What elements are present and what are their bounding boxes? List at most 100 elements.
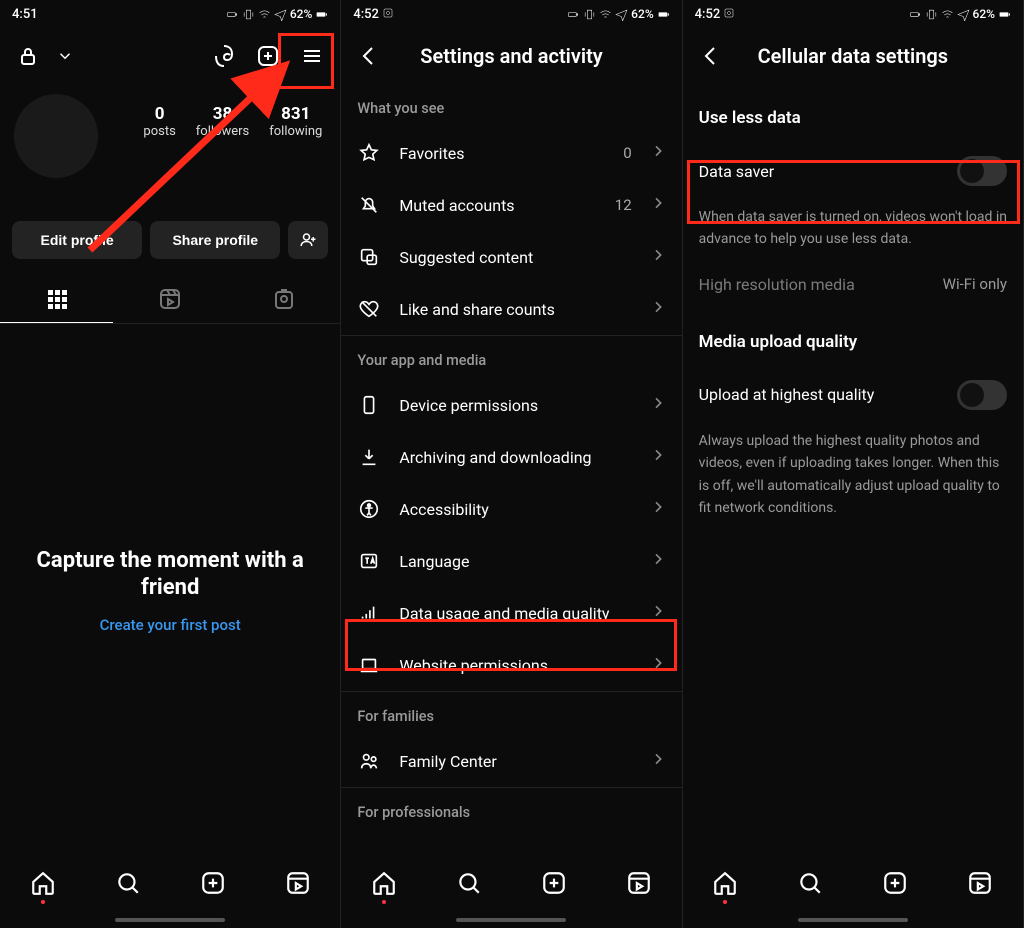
data-saver-label: Data saver	[699, 162, 775, 181]
username-dropdown[interactable]	[56, 40, 74, 72]
cellular-list[interactable]: Use less data Data saver When data saver…	[683, 84, 1023, 856]
nav-create-icon[interactable]	[541, 870, 567, 900]
language-icon	[357, 549, 381, 573]
status-time: 4:52	[353, 7, 394, 22]
bottom-nav	[0, 856, 340, 912]
chevron-right-icon	[650, 603, 666, 623]
threads-icon[interactable]	[208, 40, 240, 72]
phone-icon	[357, 393, 381, 417]
nav-handle	[0, 912, 340, 928]
row-muted-accounts[interactable]: Muted accounts 12	[341, 179, 681, 231]
row-device-permissions[interactable]: Device permissions	[341, 379, 681, 431]
chevron-right-icon	[650, 395, 666, 415]
tab-tagged[interactable]	[227, 275, 340, 323]
chevron-right-icon	[650, 447, 666, 467]
avatar[interactable]	[14, 94, 98, 178]
vibrate-icon	[925, 8, 938, 21]
settings-panel: 4:52 62% Settings and activity What you …	[341, 0, 682, 928]
new-post-icon[interactable]	[252, 40, 284, 72]
section-app-media: Your app and media	[341, 335, 681, 379]
chevron-right-icon	[650, 195, 666, 215]
status-bar: 4:52 62%	[341, 0, 681, 28]
row-family-center[interactable]: Family Center	[341, 735, 681, 787]
battery-pct: 62%	[290, 7, 312, 21]
bell-off-icon	[357, 193, 381, 217]
screenshot-icon	[382, 7, 394, 19]
row-website-permissions[interactable]: Website permissions	[341, 639, 681, 691]
settings-title: Settings and activity	[397, 44, 625, 68]
row-suggested-content[interactable]: Suggested content	[341, 231, 681, 283]
nav-reels-icon[interactable]	[967, 870, 993, 900]
row-upload-highest-quality[interactable]: Upload at highest quality	[683, 366, 1023, 424]
row-language[interactable]: Language	[341, 535, 681, 587]
bottom-nav	[683, 856, 1023, 912]
row-archiving-downloading[interactable]: Archiving and downloading	[341, 431, 681, 483]
section-professionals: For professionals	[341, 787, 681, 831]
battery-pct: 62%	[631, 7, 653, 21]
settings-list[interactable]: What you see Favorites 0 Muted accounts …	[341, 84, 681, 856]
row-favorites[interactable]: Favorites 0	[341, 127, 681, 179]
nav-reels-icon[interactable]	[626, 870, 652, 900]
airplane-icon	[274, 8, 287, 21]
cellular-panel: 4:52 62% Cellular data settings Use less…	[683, 0, 1024, 928]
chevron-right-icon	[650, 299, 666, 319]
heart-off-icon	[357, 297, 381, 321]
family-icon	[357, 749, 381, 773]
cellular-header: Cellular data settings	[683, 28, 1023, 84]
stat-followers[interactable]: 38 followers	[196, 104, 249, 139]
stat-following[interactable]: 831 following	[269, 104, 322, 139]
nav-home-icon[interactable]	[30, 870, 56, 900]
section-families: For families	[341, 691, 681, 735]
chevron-right-icon	[650, 143, 666, 163]
vibrate-icon	[583, 8, 596, 21]
data-saver-description: When data saver is turned on, videos won…	[683, 200, 1023, 261]
chevron-right-icon	[650, 551, 666, 571]
create-first-post-link[interactable]: Create your first post	[100, 616, 241, 634]
nav-search-icon[interactable]	[797, 870, 823, 900]
section-media-upload: Media upload quality	[683, 308, 1023, 366]
status-icons: 62%	[909, 7, 1011, 21]
airplane-icon	[957, 8, 970, 21]
wifi-icon	[258, 8, 271, 21]
row-data-saver[interactable]: Data saver	[683, 142, 1023, 200]
screenshot-icon	[723, 7, 735, 19]
nav-reels-icon[interactable]	[285, 870, 311, 900]
status-icons: 62%	[567, 7, 669, 21]
upload-hq-label: Upload at highest quality	[699, 385, 875, 404]
row-accessibility[interactable]: Accessibility	[341, 483, 681, 535]
upload-hq-description: Always upload the highest quality photos…	[683, 424, 1023, 530]
nav-handle	[341, 912, 681, 928]
profile-header	[0, 28, 340, 84]
edit-profile-button[interactable]: Edit profile	[12, 221, 142, 259]
row-high-res-media[interactable]: High resolution media Wi-Fi only	[683, 261, 1023, 308]
back-icon[interactable]	[353, 40, 385, 72]
profile-tabs	[0, 275, 340, 324]
profile-actions: Edit profile Share profile	[0, 221, 340, 259]
nav-search-icon[interactable]	[115, 870, 141, 900]
airplane-icon	[615, 8, 628, 21]
row-data-usage[interactable]: Data usage and media quality	[341, 587, 681, 639]
upload-hq-toggle[interactable]	[957, 380, 1007, 410]
tab-grid[interactable]	[0, 275, 113, 323]
tab-reels[interactable]	[113, 275, 226, 323]
battery-charging-icon	[226, 8, 239, 21]
nav-home-icon[interactable]	[371, 870, 397, 900]
nav-search-icon[interactable]	[456, 870, 482, 900]
share-profile-button[interactable]: Share profile	[150, 221, 280, 259]
back-icon[interactable]	[695, 40, 727, 72]
stat-posts[interactable]: 0 posts	[143, 104, 175, 139]
discover-people-button[interactable]	[288, 221, 328, 259]
accessibility-icon	[357, 497, 381, 521]
chevron-right-icon	[650, 655, 666, 675]
battery-charging-icon	[567, 8, 580, 21]
nav-create-icon[interactable]	[200, 870, 226, 900]
data-saver-toggle[interactable]	[957, 156, 1007, 186]
status-bar: 4:51 62%	[0, 0, 340, 28]
profile-panel: 4:51 62% 0 posts	[0, 0, 341, 928]
lock-icon	[12, 40, 44, 72]
hamburger-menu-icon[interactable]	[296, 40, 328, 72]
row-like-share-counts[interactable]: Like and share counts	[341, 283, 681, 335]
chevron-right-icon	[650, 499, 666, 519]
nav-create-icon[interactable]	[882, 870, 908, 900]
nav-home-icon[interactable]	[712, 870, 738, 900]
